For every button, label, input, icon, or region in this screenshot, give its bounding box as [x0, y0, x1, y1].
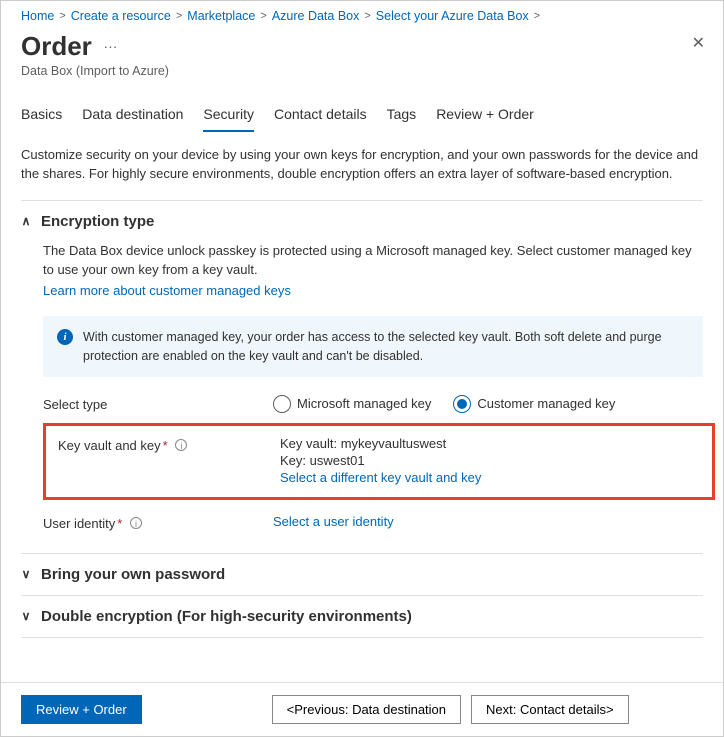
key-vault-highlight-box: Key vault and key* i Key vault: mykeyvau…	[43, 423, 715, 500]
radio-label: Microsoft managed key	[297, 396, 431, 411]
breadcrumb-item[interactable]: Home	[21, 9, 54, 23]
page-title: Order	[21, 31, 92, 62]
info-icon: i	[57, 329, 73, 345]
breadcrumb-item[interactable]: Azure Data Box	[272, 9, 360, 23]
tab-contact-details[interactable]: Contact details	[274, 106, 367, 132]
breadcrumb: Home > Create a resource > Marketplace >…	[1, 1, 723, 27]
tab-data-destination[interactable]: Data destination	[82, 106, 183, 132]
section-encryption-type-header[interactable]: ∧ Encryption type	[21, 201, 703, 242]
next-button[interactable]: Next: Contact details>	[471, 695, 629, 724]
radio-label: Customer managed key	[477, 396, 615, 411]
required-icon: *	[163, 438, 168, 453]
learn-more-link[interactable]: Learn more about customer managed keys	[43, 283, 291, 298]
user-identity-label: User identity* i	[43, 514, 273, 531]
review-order-button[interactable]: Review + Order	[21, 695, 142, 724]
info-text: With customer managed key, your order ha…	[83, 328, 689, 364]
required-icon: *	[117, 516, 122, 531]
section-title: Bring your own password	[41, 566, 225, 583]
key-name: Key: uswest01	[280, 453, 700, 468]
chevron-right-icon: >	[260, 10, 266, 22]
select-different-key-vault-link[interactable]: Select a different key vault and key	[280, 470, 481, 485]
divider	[21, 637, 703, 638]
section-byop-header[interactable]: ∨ Bring your own password	[21, 554, 703, 595]
radio-microsoft-managed-key[interactable]: Microsoft managed key	[273, 395, 431, 413]
chevron-right-icon: >	[534, 10, 540, 22]
wizard-footer: Review + Order <Previous: Data destinati…	[1, 682, 723, 736]
chevron-right-icon: >	[176, 10, 182, 22]
section-title: Double encryption (For high-security env…	[41, 608, 412, 625]
page-subtitle: Data Box (Import to Azure)	[21, 64, 703, 78]
radio-customer-managed-key[interactable]: Customer managed key	[453, 395, 615, 413]
more-icon[interactable]: ···	[103, 38, 117, 54]
chevron-up-icon: ∧	[21, 214, 31, 228]
close-button[interactable]: ✕	[692, 33, 705, 53]
tab-security[interactable]: Security	[203, 106, 254, 132]
key-vault-name: Key vault: mykeyvaultuswest	[280, 436, 700, 451]
section-encryption-type-body: The Data Box device unlock passkey is pr…	[21, 242, 703, 531]
key-vault-label: Key vault and key* i	[58, 436, 280, 485]
chevron-down-icon: ∨	[21, 567, 31, 581]
encryption-desc: The Data Box device unlock passkey is pr…	[43, 242, 703, 280]
chevron-down-icon: ∨	[21, 609, 31, 623]
info-banner: i With customer managed key, your order …	[43, 316, 703, 376]
section-title: Encryption type	[41, 213, 154, 230]
tabs: Basics Data destination Security Contact…	[1, 88, 723, 132]
tab-tags[interactable]: Tags	[387, 106, 417, 132]
close-icon: ✕	[692, 35, 705, 52]
tab-basics[interactable]: Basics	[21, 106, 62, 132]
previous-button[interactable]: <Previous: Data destination	[272, 695, 461, 724]
page-header: Order ··· ✕ Data Box (Import to Azure)	[1, 27, 723, 88]
tab-review-order[interactable]: Review + Order	[436, 106, 534, 132]
select-user-identity-link[interactable]: Select a user identity	[273, 514, 394, 529]
breadcrumb-item[interactable]: Marketplace	[187, 9, 255, 23]
breadcrumb-item[interactable]: Create a resource	[71, 9, 171, 23]
section-double-encryption-header[interactable]: ∨ Double encryption (For high-security e…	[21, 596, 703, 637]
chevron-right-icon: >	[364, 10, 370, 22]
breadcrumb-item[interactable]: Select your Azure Data Box	[376, 9, 529, 23]
info-glyph-icon[interactable]: i	[130, 517, 142, 529]
select-type-label: Select type	[43, 395, 273, 412]
intro-text: Customize security on your device by usi…	[21, 146, 703, 184]
chevron-right-icon: >	[59, 10, 65, 22]
info-glyph-icon[interactable]: i	[175, 439, 187, 451]
